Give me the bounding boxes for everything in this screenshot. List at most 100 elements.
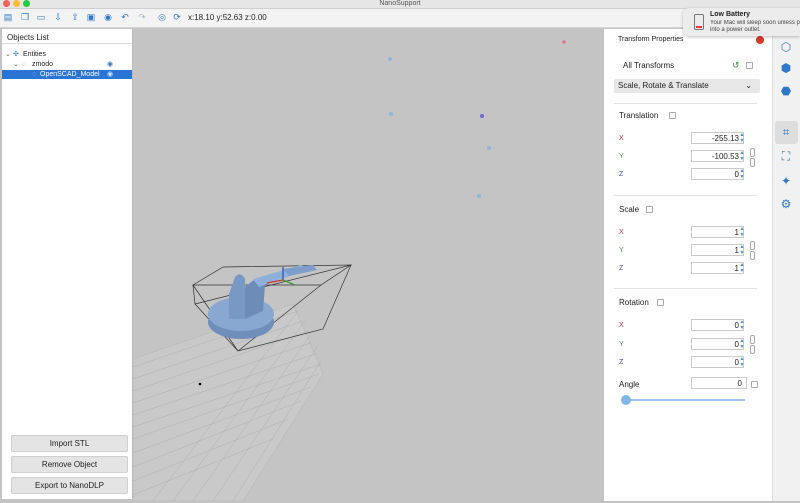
cube-icon[interactable]: ⬢ bbox=[779, 61, 793, 75]
objects-list-panel: Objects List ⌄ ✣ Entities ⌄ ◌ zmodo ◉ ◌ … bbox=[2, 29, 133, 499]
stepper-icon[interactable]: ▲ ▼ bbox=[739, 150, 745, 162]
stepper-icon[interactable]: ▲ ▼ bbox=[739, 356, 745, 368]
scale-label: Scale bbox=[619, 205, 640, 214]
transform-mode-value: Scale, Rotate & Translate bbox=[618, 81, 709, 90]
eye-icon[interactable]: ◉ bbox=[107, 60, 113, 69]
axis-z-label: Z bbox=[619, 171, 624, 178]
rotation-x-field[interactable]: 0 bbox=[691, 319, 744, 331]
scale-z-field[interactable]: 1 bbox=[691, 262, 744, 274]
tree-item-label: zmodo bbox=[32, 61, 54, 68]
undo-icon[interactable]: ↶ bbox=[120, 12, 130, 23]
lock-icon[interactable] bbox=[669, 112, 676, 119]
stepper-icon[interactable]: ▲ ▼ bbox=[739, 168, 745, 180]
divider bbox=[614, 103, 757, 104]
translation-label: Translation bbox=[619, 111, 659, 120]
tool-sidebar: ⬡ ⬢ ⬣ ⌗ ⛶ ✦ ⚙ bbox=[772, 29, 800, 501]
folder-icon[interactable]: ▭ bbox=[36, 12, 46, 23]
tree-item-openscad-model[interactable]: ◌ OpenSCAD_Model ◉ bbox=[2, 70, 132, 79]
settings-icon[interactable]: ◉ bbox=[103, 12, 113, 23]
stepper-icon[interactable]: ▲ ▼ bbox=[739, 262, 745, 274]
tree-item-zmodo[interactable]: ⌄ ◌ zmodo ◉ bbox=[2, 60, 132, 69]
rotation-label: Rotation bbox=[619, 298, 649, 307]
3d-viewport[interactable] bbox=[132, 29, 603, 502]
view-icon[interactable]: ◎ bbox=[155, 12, 169, 23]
lock-icon[interactable] bbox=[746, 62, 753, 69]
link-icon[interactable] bbox=[750, 241, 755, 250]
lock-icon[interactable] bbox=[646, 206, 653, 213]
axis-z-label: Z bbox=[619, 265, 624, 272]
tree-item-entities[interactable]: ⌄ ✣ Entities bbox=[2, 50, 132, 59]
export-icon[interactable]: ⇧ bbox=[70, 12, 80, 23]
chevron-down-icon[interactable]: ⌄ bbox=[5, 50, 11, 59]
stepper-icon[interactable]: ▲ ▼ bbox=[739, 226, 745, 238]
import-stl-button[interactable]: Import STL bbox=[11, 435, 128, 452]
stepper-icon[interactable]: ▲ ▼ bbox=[739, 244, 745, 256]
magic-wand-icon[interactable]: ✦ bbox=[779, 174, 793, 188]
angle-slider-thumb[interactable] bbox=[621, 395, 631, 405]
import-icon[interactable]: ⇩ bbox=[53, 12, 63, 23]
save-icon[interactable]: ▣ bbox=[86, 12, 96, 23]
remove-object-button[interactable]: Remove Object bbox=[11, 456, 128, 473]
stepper-icon[interactable]: ▲ ▼ bbox=[739, 338, 745, 350]
translation-z-field[interactable]: 0 bbox=[691, 168, 744, 180]
redo-icon[interactable]: ↷ bbox=[137, 12, 147, 23]
divider bbox=[614, 288, 757, 289]
eye-icon[interactable]: ◉ bbox=[107, 70, 113, 79]
divider bbox=[614, 195, 757, 196]
link-icon[interactable] bbox=[750, 335, 755, 344]
scale-x-field[interactable]: 1 bbox=[691, 226, 744, 238]
notification-body-line2: into a power outlet. bbox=[710, 27, 761, 33]
divider bbox=[2, 43, 132, 44]
toolbar: ▤ ❐ ▭ ⇩ ⇧ ▣ ◉ ↶ ↷ ◎ ⟳ x:18.10 y:52.63 z:… bbox=[0, 9, 800, 28]
lock-icon[interactable] bbox=[751, 381, 758, 388]
transform-properties-panel: Transform Properties All Transforms ↺ Sc… bbox=[604, 29, 772, 501]
export-nanodlp-button[interactable]: Export to NanoDLP bbox=[11, 477, 128, 494]
notification-body: Your Mac will sleep soon unless p into a… bbox=[710, 20, 800, 34]
transform-properties-title: Transform Properties bbox=[618, 36, 684, 43]
link-icon[interactable] bbox=[750, 251, 755, 260]
gear-icon[interactable]: ⚙ bbox=[779, 197, 793, 211]
tree-item-label: OpenSCAD_Model bbox=[40, 71, 100, 78]
add-file-icon[interactable]: ▤ bbox=[3, 12, 13, 23]
lock-icon[interactable] bbox=[657, 299, 664, 306]
entities-icon: ✣ bbox=[13, 51, 19, 58]
notification-title: Low Battery bbox=[710, 11, 751, 18]
crop-transform-icon[interactable]: ⌗ bbox=[779, 125, 793, 139]
axis-x-label: X bbox=[619, 229, 624, 236]
chevron-down-icon[interactable]: ⌄ bbox=[13, 60, 19, 69]
axis-y-label: Y bbox=[619, 247, 624, 254]
scale-y-field[interactable]: 1 bbox=[691, 244, 744, 256]
angle-field[interactable]: 0 bbox=[691, 377, 747, 389]
rotate-view-icon[interactable]: ⟳ bbox=[172, 12, 182, 23]
angle-slider-track[interactable] bbox=[624, 399, 745, 401]
cube-solid-icon[interactable]: ⬣ bbox=[779, 84, 793, 98]
axis-x-label: X bbox=[619, 322, 624, 329]
link-icon[interactable] bbox=[750, 148, 755, 157]
rotation-z-field[interactable]: 0 bbox=[691, 356, 744, 368]
close-icon[interactable] bbox=[756, 36, 764, 44]
axis-y-label: Y bbox=[619, 153, 624, 160]
link-icon[interactable] bbox=[750, 158, 755, 167]
title-bar: NanoSupport bbox=[0, 0, 800, 9]
low-battery-notification[interactable]: Low Battery Your Mac will sleep soon unl… bbox=[683, 8, 800, 36]
group-icon: ◌ bbox=[22, 61, 27, 68]
axis-y-label: Y bbox=[619, 341, 624, 348]
cube-outline-icon[interactable]: ⬡ bbox=[779, 40, 793, 54]
translation-y-field[interactable]: -100.53 bbox=[691, 150, 744, 162]
link-icon[interactable] bbox=[750, 345, 755, 354]
reset-icon[interactable]: ↺ bbox=[732, 60, 740, 71]
copy-icon[interactable]: ❐ bbox=[20, 12, 30, 23]
transform-mode-select[interactable]: Scale, Rotate & Translate ⌄ bbox=[614, 79, 760, 93]
rotation-y-field[interactable]: 0 bbox=[691, 338, 744, 350]
support-tool-icon[interactable]: ⛶ bbox=[779, 149, 793, 163]
tree-item-label: Entities bbox=[23, 51, 46, 58]
translation-x-field[interactable]: -255.13 bbox=[691, 132, 744, 144]
mesh-icon: ◌ bbox=[32, 71, 37, 78]
stepper-icon[interactable]: ▲ ▼ bbox=[739, 132, 745, 144]
battery-icon bbox=[694, 14, 704, 30]
angle-label: Angle bbox=[619, 380, 640, 389]
scene-canvas[interactable] bbox=[132, 29, 603, 502]
axis-x-label: X bbox=[619, 135, 624, 142]
stepper-icon[interactable]: ▲ ▼ bbox=[739, 319, 745, 331]
chevron-down-icon: ⌄ bbox=[745, 81, 752, 90]
